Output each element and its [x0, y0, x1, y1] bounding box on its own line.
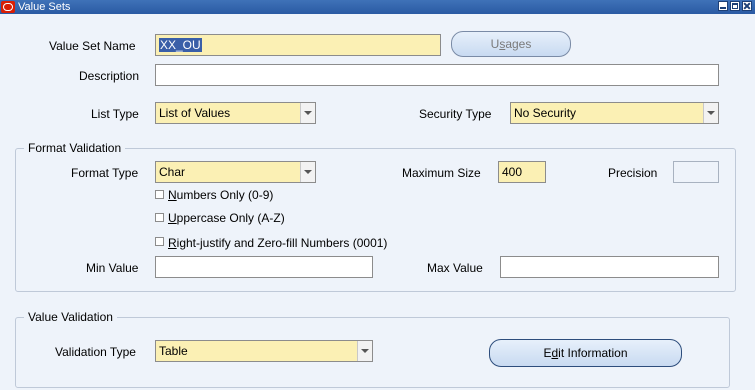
min-value-label: Min Value: [86, 261, 139, 275]
chevron-down-icon[interactable]: [300, 103, 315, 123]
window-controls: [718, 1, 752, 11]
validation-type-select[interactable]: Table: [155, 340, 373, 362]
value-set-name-label: Value Set Name: [49, 39, 136, 53]
window-title: Value Sets: [18, 1, 71, 13]
chevron-down-icon[interactable]: [703, 103, 718, 123]
usages-label-part: U: [490, 37, 500, 51]
value-validation-title: Value Validation: [24, 310, 117, 324]
oracle-logo-icon: [1, 1, 15, 13]
maximum-size-value: 400: [502, 165, 523, 179]
edit-label-rest: it Information: [558, 346, 628, 360]
usages-button[interactable]: Usages: [451, 31, 571, 57]
validation-type-value: Table: [159, 344, 188, 358]
uppercase-only-checkbox[interactable]: [155, 213, 164, 222]
title-bar: Value Sets: [0, 0, 755, 14]
maximize-icon[interactable]: [730, 1, 740, 11]
uppercase-only-label: Uppercase Only (A-Z): [168, 211, 285, 225]
security-type-label: Security Type: [419, 107, 492, 121]
security-type-value: No Security: [514, 106, 577, 120]
right-justify-checkbox[interactable]: [155, 237, 164, 246]
minimize-icon[interactable]: [718, 1, 728, 11]
format-type-value: Char: [159, 165, 186, 179]
max-value-input[interactable]: [500, 256, 719, 278]
validation-type-label: Validation Type: [55, 345, 136, 359]
usages-label-rest: ages: [505, 37, 532, 51]
format-type-label: Format Type: [71, 166, 139, 180]
chevron-down-icon[interactable]: [300, 162, 315, 182]
min-value-input[interactable]: [155, 256, 373, 278]
edit-information-button[interactable]: Edit Information: [489, 339, 682, 367]
security-type-select[interactable]: No Security: [510, 102, 719, 124]
close-icon[interactable]: [742, 1, 752, 11]
list-type-label: List Type: [91, 107, 139, 121]
maximum-size-label: Maximum Size: [402, 166, 481, 180]
description-input[interactable]: [155, 64, 719, 86]
numbers-only-label: Numbers Only (0-9): [168, 188, 274, 202]
chevron-down-icon[interactable]: [357, 341, 372, 361]
format-type-select[interactable]: Char: [155, 161, 316, 183]
right-justify-label: Right-justify and Zero-fill Numbers (000…: [168, 236, 388, 250]
value-set-name-value: XX_OU: [159, 38, 202, 52]
list-type-select[interactable]: List of Values: [155, 102, 316, 124]
maximum-size-input[interactable]: 400: [498, 161, 546, 183]
value-set-name-input[interactable]: XX_OU: [155, 34, 441, 56]
list-type-value: List of Values: [159, 106, 231, 120]
format-validation-title: Format Validation: [24, 141, 126, 155]
max-value-label: Max Value: [427, 261, 483, 275]
numbers-only-checkbox[interactable]: [155, 190, 164, 199]
description-label: Description: [79, 69, 140, 83]
precision-label: Precision: [608, 166, 658, 180]
precision-input[interactable]: [673, 161, 719, 183]
